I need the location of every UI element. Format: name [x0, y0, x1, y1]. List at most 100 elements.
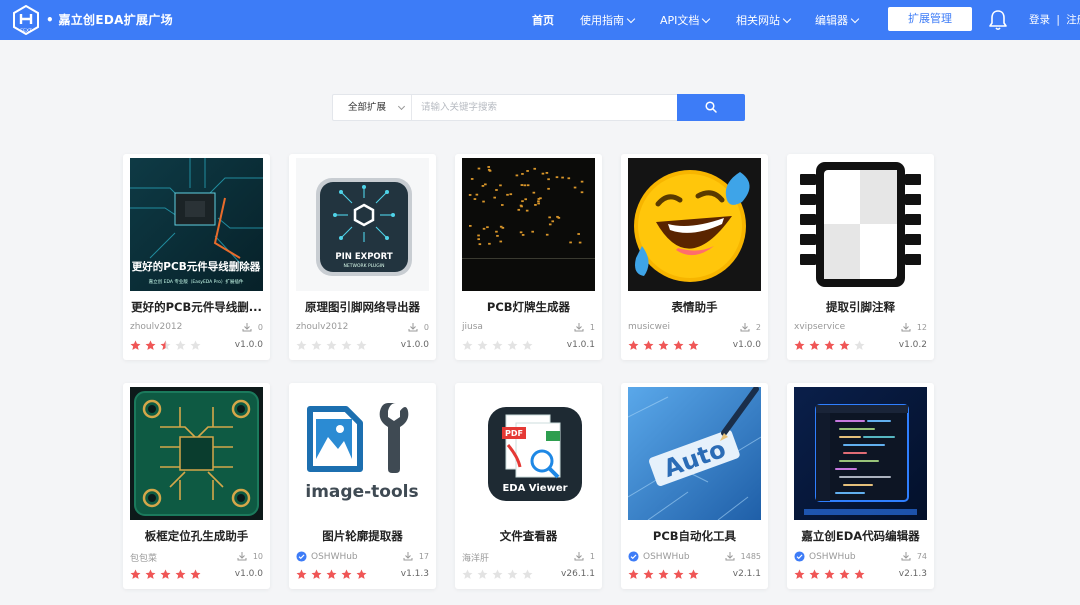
rating-stars	[462, 340, 537, 351]
star-icon	[160, 340, 171, 350]
bell-icon[interactable]	[988, 9, 1008, 31]
star-icon	[643, 569, 654, 579]
extension-card[interactable]: image-tools 图片轮廓提取器 OSHWHub 17 v1.1.3	[289, 383, 436, 589]
star-icon	[492, 569, 503, 579]
code-editor-image	[794, 387, 927, 520]
card-version: v1.0.0	[732, 340, 761, 350]
thumb-title-text: 更好的PCB元件导线删除器	[132, 260, 261, 273]
thumb-title-text: EDA Viewer	[502, 483, 567, 494]
extension-card[interactable]: 提取引脚注释 xvipservice 12 v1.0.2	[787, 154, 934, 360]
card-author-name: jiusa	[462, 322, 483, 332]
star-icon	[643, 340, 654, 350]
verified-badge-icon	[628, 551, 639, 562]
star-icon	[628, 569, 639, 579]
laughing-emoji-image	[628, 158, 761, 291]
card-version: v1.0.0	[234, 569, 263, 579]
extension-manage-button[interactable]: 扩展管理	[888, 7, 972, 31]
nav-home[interactable]: 首页	[532, 12, 554, 28]
download-icon	[574, 552, 584, 561]
star-icon	[507, 569, 518, 579]
search-input[interactable]	[413, 95, 676, 120]
extension-card[interactable]: 板框定位孔生成助手 包包菜 10 v1.0.0	[123, 383, 270, 589]
download-count-value: 74	[916, 551, 927, 561]
card-title: 提取引脚注释	[826, 300, 895, 314]
card-author-name: zhoulv2012	[296, 322, 349, 332]
card-title: 嘉立创EDA代码编辑器	[801, 529, 920, 543]
nav-api-docs[interactable]: API文档	[660, 12, 711, 28]
extension-card[interactable]: Auto PCB自动化工具 OSHWHub 1485 v2.1.1	[621, 383, 768, 589]
nav-editor-label: 编辑器	[815, 14, 848, 27]
star-icon	[311, 340, 322, 350]
nav-user-guide[interactable]: 使用指南	[580, 12, 636, 28]
card-title: 图片轮廓提取器	[322, 529, 403, 543]
card-version: v1.1.3	[400, 569, 429, 579]
download-count: 1	[574, 551, 595, 561]
nav-user-guide-label: 使用指南	[580, 14, 624, 27]
download-count: 2	[740, 322, 761, 332]
search-icon	[705, 101, 717, 113]
search-button[interactable]	[677, 94, 745, 121]
card-version: v1.0.2	[898, 340, 927, 350]
card-title: PCB灯牌生成器	[486, 300, 571, 314]
star-icon	[326, 569, 337, 579]
download-count-value: 1485	[740, 551, 761, 561]
register-link[interactable]: 注册	[1066, 14, 1080, 26]
logo-icon[interactable]: EEXT	[12, 5, 40, 35]
extension-card[interactable]: PCB灯牌生成器 jiusa 1 v1.0.1	[455, 154, 602, 360]
category-select[interactable]: 全部扩展	[333, 95, 412, 120]
star-icon	[160, 569, 171, 579]
nav-editor[interactable]: 编辑器	[815, 12, 860, 28]
extension-card[interactable]: 表情助手 musicwei 2 v1.0.0	[621, 154, 768, 360]
star-icon	[462, 340, 473, 350]
card-author: xvipservice	[794, 322, 845, 332]
card-author: OSHWHub	[296, 551, 358, 562]
verified-badge-icon	[794, 551, 805, 562]
rating-stars	[296, 340, 371, 351]
nav-related-sites[interactable]: 相关网站	[736, 12, 792, 28]
chevron-down-icon	[626, 14, 636, 24]
download-count: 10	[237, 551, 263, 561]
card-version: v2.1.3	[898, 569, 927, 579]
star-icon	[839, 569, 850, 579]
chevron-down-icon	[782, 14, 792, 24]
star-icon	[658, 569, 669, 579]
extension-card[interactable]: 嘉立创EDA代码编辑器 OSHWHub 74 v2.1.3	[787, 383, 934, 589]
star-icon	[794, 340, 805, 350]
star-icon	[462, 569, 473, 579]
star-icon	[688, 340, 699, 350]
extension-card[interactable]: PIN EXPORT NETWORK PLUGIN 原理图引脚网络导出器 zho…	[289, 154, 436, 360]
card-author: 包包菜	[130, 551, 157, 564]
star-icon	[628, 340, 639, 350]
star-icon	[477, 569, 488, 579]
download-count-value: 10	[252, 551, 263, 561]
brand-title[interactable]: • 嘉立创EDA扩展广场	[46, 11, 173, 28]
star-icon	[145, 340, 156, 350]
ic-chip-image	[794, 158, 927, 291]
image-tools-image: image-tools	[296, 387, 429, 520]
card-author-name: OSHWHub	[809, 551, 856, 562]
download-icon	[725, 552, 735, 561]
download-count: 1	[574, 322, 595, 332]
star-icon	[175, 340, 186, 350]
card-author-name: OSHWHub	[643, 551, 690, 562]
star-icon	[311, 569, 322, 579]
card-author: 海洋肝	[462, 551, 489, 564]
star-icon	[824, 569, 835, 579]
star-icon	[190, 340, 201, 350]
download-count: 74	[901, 551, 927, 561]
download-icon	[408, 323, 418, 332]
card-title: 原理图引脚网络导出器	[305, 300, 420, 314]
card-title: 更好的PCB元件导线删...	[131, 300, 262, 314]
auto-pcb-image: Auto	[628, 387, 761, 520]
thumb-subtitle-text: 嘉立创 EDA 专业版（EasyEDA Pro）扩展插件	[149, 278, 244, 285]
star-icon	[809, 340, 820, 350]
card-author: zhoulv2012	[296, 322, 348, 332]
login-link[interactable]: 登录	[1029, 14, 1050, 26]
extension-card[interactable]: PDF EDA Viewer 文件查看器 海洋肝 1 v26.1.1	[455, 383, 602, 589]
download-icon	[242, 323, 252, 332]
extension-card[interactable]: 更好的PCB元件导线删除器 嘉立创 EDA 专业版（EasyEDA Pro）扩展…	[123, 154, 270, 360]
star-icon	[809, 569, 820, 579]
pin-export-network-plugin-image: PIN EXPORT NETWORK PLUGIN	[296, 158, 429, 291]
card-title: PCB自动化工具	[652, 529, 737, 543]
download-count-value: 17	[418, 551, 429, 561]
